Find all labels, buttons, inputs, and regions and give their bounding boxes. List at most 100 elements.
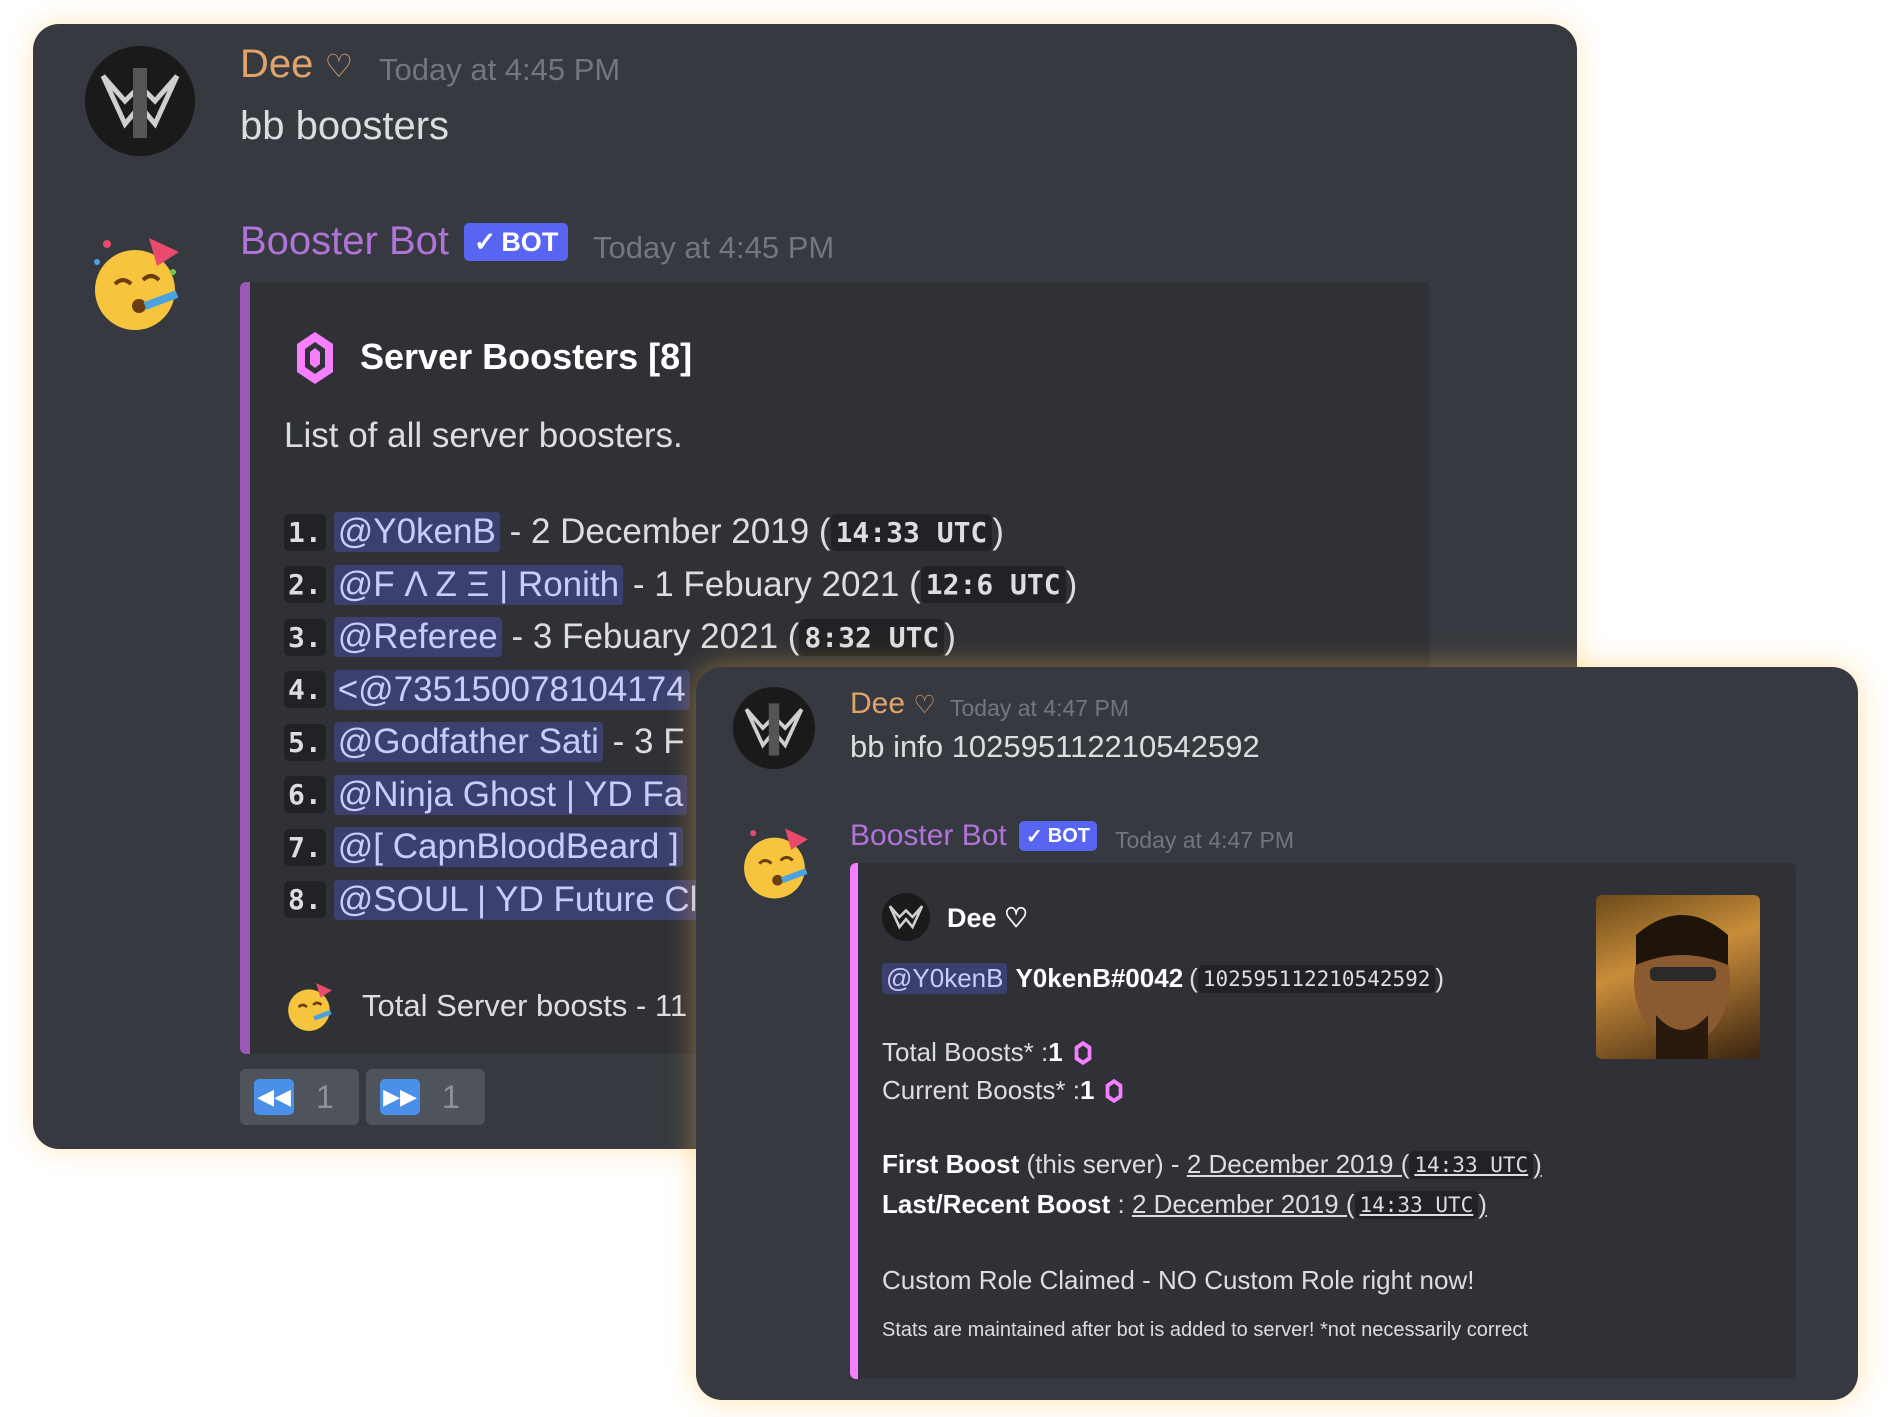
- embed-footer: Total Server boosts - 11 •: [362, 988, 707, 1023]
- last-boost-date: 2 December 2019 (: [1131, 1189, 1355, 1219]
- embed-description: List of all server boosters.: [284, 416, 683, 455]
- user-mention[interactable]: @Y0kenB: [882, 963, 1008, 994]
- user-mention[interactable]: @Referee: [333, 617, 502, 657]
- first-boost-time: 14:33 UTC: [1409, 1150, 1534, 1179]
- last-boost-line: Last/Recent Boost : 2 December 2019 ( 14…: [882, 1189, 1487, 1219]
- embed-accent-bar: [850, 863, 858, 1379]
- username-dee[interactable]: Dee ♡: [240, 42, 353, 87]
- check-icon: ✓: [1026, 825, 1043, 848]
- message-timestamp: Today at 4:47 PM: [950, 695, 1129, 721]
- user-mention[interactable]: @F Λ Z Ξ | Ronith: [333, 564, 624, 605]
- masked-figure-icon: [882, 893, 930, 941]
- party-face-icon: [94, 238, 179, 330]
- user-avatar-dee[interactable]: [85, 46, 195, 156]
- boost-time: 12:6 UTC: [920, 566, 1066, 603]
- rewind-icon: ◀◀: [254, 1079, 294, 1115]
- embed-footer: Stats are maintained after bot is added …: [882, 1319, 1528, 1341]
- list-number: 7.: [284, 828, 326, 866]
- previous-page-button[interactable]: ◀◀ 1: [240, 1069, 359, 1125]
- nitro-boost-icon: [297, 332, 333, 384]
- user-portrait-icon: [1634, 915, 1730, 1059]
- booster-list-item: 8. @SOUL | YD Future Cl: [284, 879, 702, 920]
- list-number: 4.: [284, 671, 326, 708]
- next-page-button[interactable]: ▶▶ 1: [366, 1069, 485, 1125]
- masked-figure-icon: [85, 46, 195, 156]
- last-boost-time: 14:33 UTC: [1354, 1190, 1479, 1219]
- bot-tag: ✓ BOT: [1019, 821, 1097, 851]
- boost-date: - 1 Febuary 2021 (: [623, 564, 921, 604]
- bot-tag-label: BOT: [501, 226, 559, 257]
- list-number: 5.: [284, 723, 326, 761]
- embed-accent-bar: [240, 282, 250, 1054]
- nav-count: 1: [442, 1078, 460, 1115]
- list-number: 2.: [284, 566, 326, 603]
- first-boost-date: 2 December 2019 (: [1186, 1149, 1410, 1179]
- nav-count: 1: [316, 1078, 334, 1115]
- heart-icon: ♡: [324, 48, 354, 84]
- user-mention[interactable]: @Godfather Sati: [333, 722, 603, 762]
- list-number: 6.: [284, 776, 326, 813]
- booster-list-item: 1. @Y0kenB - 2 December 2019 (14:33 UTC): [284, 512, 1004, 552]
- nitro-boost-icon: [1074, 1040, 1092, 1065]
- booster-list-item: 2. @F Λ Z Ξ | Ronith - 1 Febuary 2021 (12…: [284, 564, 1078, 605]
- list-number: 1.: [284, 513, 326, 551]
- custom-role-status: Custom Role Claimed - NO Custom Role rig…: [882, 1265, 1475, 1295]
- list-number: 3.: [284, 618, 326, 656]
- user-mention[interactable]: @[ CapnBloodBeard ]: [333, 827, 683, 867]
- message-timestamp: Today at 4:45 PM: [593, 230, 835, 265]
- first-boost-label: First Boost: [882, 1149, 1020, 1179]
- chat-panel-info: Dee ♡ Today at 4:47 PM bb info 102595112…: [696, 667, 1858, 1400]
- message-text: bb info 102595112210542592: [850, 729, 1260, 764]
- close-paren: ): [1065, 564, 1078, 604]
- user-thumbnail[interactable]: [1596, 895, 1760, 1059]
- bot-avatar[interactable]: [738, 824, 814, 900]
- message-text: bb boosters: [240, 104, 450, 148]
- user-id: 102595112210542592: [1197, 964, 1436, 993]
- embed-user-line: @Y0kenB Y0kenB#0042 ( 102595112210542592…: [882, 963, 1444, 994]
- party-face-icon: [744, 828, 808, 899]
- boost-date: - 3 Febuary 2021 (: [501, 617, 800, 656]
- bot-avatar[interactable]: [87, 232, 187, 332]
- message-timestamp: Today at 4:47 PM: [1115, 827, 1294, 853]
- list-number: 8.: [284, 881, 326, 918]
- booster-list-item: 6. @Ninja Ghost | YD Fa: [284, 774, 688, 815]
- current-boosts-line: Current Boosts* : 1: [882, 1075, 1124, 1106]
- booster-list-item: 7. @[ CapnBloodBeard ]: [284, 827, 683, 867]
- last-boost-label: Last/Recent Boost: [882, 1189, 1111, 1219]
- username-booster-bot[interactable]: Booster Bot: [850, 819, 1007, 853]
- username-booster-bot[interactable]: Booster Bot: [240, 219, 449, 264]
- embed-author[interactable]: Dee ♡: [947, 903, 1028, 934]
- heart-icon: ♡: [913, 691, 936, 719]
- user-mention[interactable]: @Ninja Ghost | YD Fa: [333, 774, 688, 815]
- close-paren: ): [944, 617, 956, 656]
- username-text[interactable]: Dee: [240, 42, 313, 86]
- party-face-icon: [288, 983, 332, 1031]
- masked-figure-icon: [733, 687, 815, 769]
- first-boost-scope: (this server) -: [1019, 1149, 1187, 1179]
- total-boosts-label: Total Boosts* :: [882, 1037, 1049, 1067]
- last-boost-separator: :: [1110, 1189, 1132, 1219]
- message-timestamp: Today at 4:45 PM: [379, 52, 621, 87]
- fast-forward-icon: ▶▶: [380, 1079, 420, 1115]
- boost-time: 8:32 UTC: [799, 618, 945, 656]
- booster-list-item: 4. <@735150078104174: [284, 669, 690, 710]
- booster-info-embed: Dee ♡ @Y0kenB Y0kenB#0042 ( 102595112210…: [850, 863, 1796, 1379]
- user-mention[interactable]: @Y0kenB: [333, 512, 500, 552]
- bot-tag: ✓ BOT: [464, 223, 568, 261]
- username-dee[interactable]: Dee ♡: [850, 687, 936, 721]
- total-boosts-value: 1: [1048, 1037, 1063, 1067]
- total-boosts-line: Total Boosts* : 1: [882, 1037, 1093, 1068]
- user-mention[interactable]: <@735150078104174: [333, 669, 690, 710]
- first-boost-line: First Boost (this server) - 2 December 2…: [882, 1149, 1542, 1179]
- check-icon: ✓: [473, 226, 497, 257]
- close-paren: ): [992, 512, 1004, 551]
- current-boosts-value: 1: [1079, 1075, 1095, 1105]
- current-boosts-label: Current Boosts* :: [882, 1075, 1080, 1105]
- boost-time: 14:33 UTC: [830, 513, 993, 551]
- author-avatar[interactable]: [882, 893, 930, 941]
- user-avatar-dee[interactable]: [733, 687, 815, 769]
- username-text[interactable]: Dee: [850, 687, 905, 720]
- embed-title: Server Boosters [8]: [360, 336, 693, 377]
- boost-date: - 2 December 2019 (: [499, 512, 831, 551]
- user-mention[interactable]: @SOUL | YD Future Cl: [333, 879, 702, 920]
